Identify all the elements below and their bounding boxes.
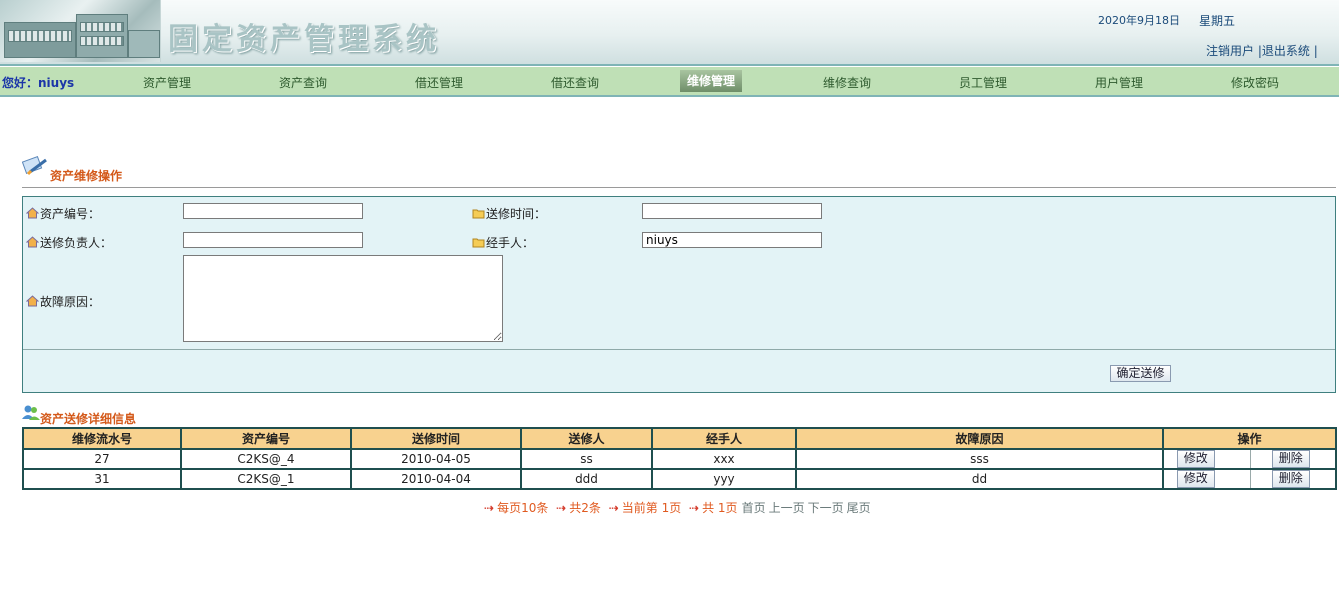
table-header-row: 维修流水号 资产编号 送修时间 送修人 经手人 故障原因 操作 (22, 427, 1338, 450)
send-time-label: 送修时间： (472, 205, 546, 222)
arrow-icon: ⇢ (608, 501, 619, 515)
repair-records-table: 维修流水号 资产编号 送修时间 送修人 经手人 故障原因 操作 27 C2KS@… (22, 427, 1338, 490)
nav-item-asset-management[interactable]: 资产管理 (127, 74, 207, 91)
cell-fault-reason: sss (795, 448, 1164, 470)
current-date: 2020年9月18日 (1098, 14, 1180, 27)
fault-reason-textarea[interactable] (183, 255, 503, 342)
confirm-repair-button[interactable]: 确定送修 (1110, 365, 1171, 382)
per-page-info: 每页10条 (497, 501, 549, 515)
system-title: 固定资产管理系统 (168, 22, 440, 57)
total-pages-info: 共 1页 (702, 501, 738, 515)
col-header-asset-no: 资产编号 (180, 427, 352, 450)
nav-item-employee-management[interactable]: 员工管理 (943, 74, 1023, 91)
col-header-sender: 送修人 (520, 427, 653, 450)
col-header-repair-no: 维修流水号 (22, 427, 182, 450)
cell-handler: yyy (651, 468, 797, 490)
exit-system-link[interactable]: 退出系统 (1262, 44, 1310, 58)
current-weekday: 星期五 (1199, 14, 1236, 28)
nav-item-borrow-query[interactable]: 借还查询 (535, 74, 615, 91)
house-icon (26, 295, 39, 307)
delete-button[interactable]: 删除 (1271, 450, 1310, 468)
cell-edit: 修改 (1162, 468, 1251, 490)
nav-item-repair-management[interactable]: 维修管理 (680, 70, 742, 92)
col-header-operation: 操作 (1161, 427, 1338, 450)
asset-no-input[interactable] (183, 203, 363, 219)
table-row: 27 C2KS@_4 2010-04-05 ss xxx sss 修改 删除 (22, 448, 1338, 470)
total-count-info: 共2条 (569, 501, 601, 515)
folder-icon (472, 209, 485, 219)
arrow-icon: ⇢ (556, 501, 567, 515)
users-icon (22, 405, 40, 420)
table-row: 31 C2KS@_1 2010-04-04 ddd yyy dd 修改 删除 (22, 468, 1338, 490)
current-page-info: 当前第 1页 (621, 501, 682, 515)
arrow-icon: ⇢ (689, 501, 700, 515)
sender-label: 送修负责人： (26, 234, 112, 251)
asset-no-label: 资产编号： (26, 205, 100, 222)
cell-delete: 删除 (1249, 448, 1338, 470)
col-header-handler: 经手人 (651, 427, 797, 450)
nav-item-user-management[interactable]: 用户管理 (1079, 74, 1159, 91)
link-separator: | (1313, 44, 1318, 58)
nav-item-asset-query[interactable]: 资产查询 (263, 74, 343, 91)
delete-button[interactable]: 删除 (1271, 470, 1310, 488)
cell-handler: xxx (651, 448, 797, 470)
cell-fault-reason: dd (795, 468, 1164, 490)
header-banner: 固定资产管理系统 2020年9月18日 星期五 注销用户 |退出系统 | (0, 0, 1339, 66)
fault-reason-label: 故障原因： (26, 293, 100, 310)
col-header-fault-reason: 故障原因 (795, 427, 1164, 450)
repair-operation-title: 资产维修操作 (50, 169, 123, 183)
nav-item-repair-query[interactable]: 维修查询 (807, 74, 887, 91)
first-page-link[interactable]: 首页 (742, 501, 766, 515)
pagination: ⇢ 每页10条 ⇢ 共2条 ⇢ 当前第 1页 ⇢ 共 1页 首页 上一页 下一页 尾页 (484, 499, 874, 516)
repair-records-title: 资产送修详细信息 (40, 412, 137, 426)
main-nav: 您好：niuys 资产管理 资产查询 借还管理 借还查询 维修管理 维修查询 员… (0, 66, 1339, 97)
sender-input[interactable] (183, 232, 363, 248)
repair-form: 资产编号： 送修时间： 送修负责人： 经手人： 故障原因： 确定送修 (22, 196, 1336, 393)
section-divider (22, 187, 1336, 188)
handler-label: 经手人： (472, 234, 534, 251)
cell-repair-no: 27 (22, 448, 182, 470)
next-page-link[interactable]: 下一页 (808, 501, 844, 515)
cell-send-time: 2010-04-04 (350, 468, 522, 490)
folder-icon (472, 238, 485, 248)
user-greeting: 您好：niuys (2, 76, 75, 90)
house-icon (26, 236, 39, 248)
handler-input[interactable] (642, 232, 822, 248)
top-links: 注销用户 |退出系统 | (1206, 42, 1318, 59)
nav-item-change-password[interactable]: 修改密码 (1215, 74, 1295, 91)
prev-page-link[interactable]: 上一页 (769, 501, 805, 515)
arrow-icon: ⇢ (484, 501, 495, 515)
house-icon (26, 207, 39, 219)
cell-repair-no: 31 (22, 468, 182, 490)
cell-send-time: 2010-04-05 (350, 448, 522, 470)
last-page-link[interactable]: 尾页 (847, 501, 871, 515)
cell-sender: ddd (520, 468, 653, 490)
edit-button[interactable]: 修改 (1176, 450, 1215, 468)
cell-asset-no: C2KS@_4 (180, 448, 352, 470)
nav-item-borrow-management[interactable]: 借还管理 (399, 74, 479, 91)
form-divider (23, 349, 1335, 350)
cell-edit: 修改 (1162, 448, 1251, 470)
cell-asset-no: C2KS@_1 (180, 468, 352, 490)
col-header-send-time: 送修时间 (350, 427, 522, 450)
building-logo-image (0, 0, 161, 62)
cell-sender: ss (520, 448, 653, 470)
send-time-input[interactable] (642, 203, 822, 219)
cell-delete: 删除 (1249, 468, 1338, 490)
edit-document-icon (22, 156, 47, 176)
logout-user-link[interactable]: 注销用户 (1206, 44, 1254, 58)
edit-button[interactable]: 修改 (1176, 470, 1215, 488)
